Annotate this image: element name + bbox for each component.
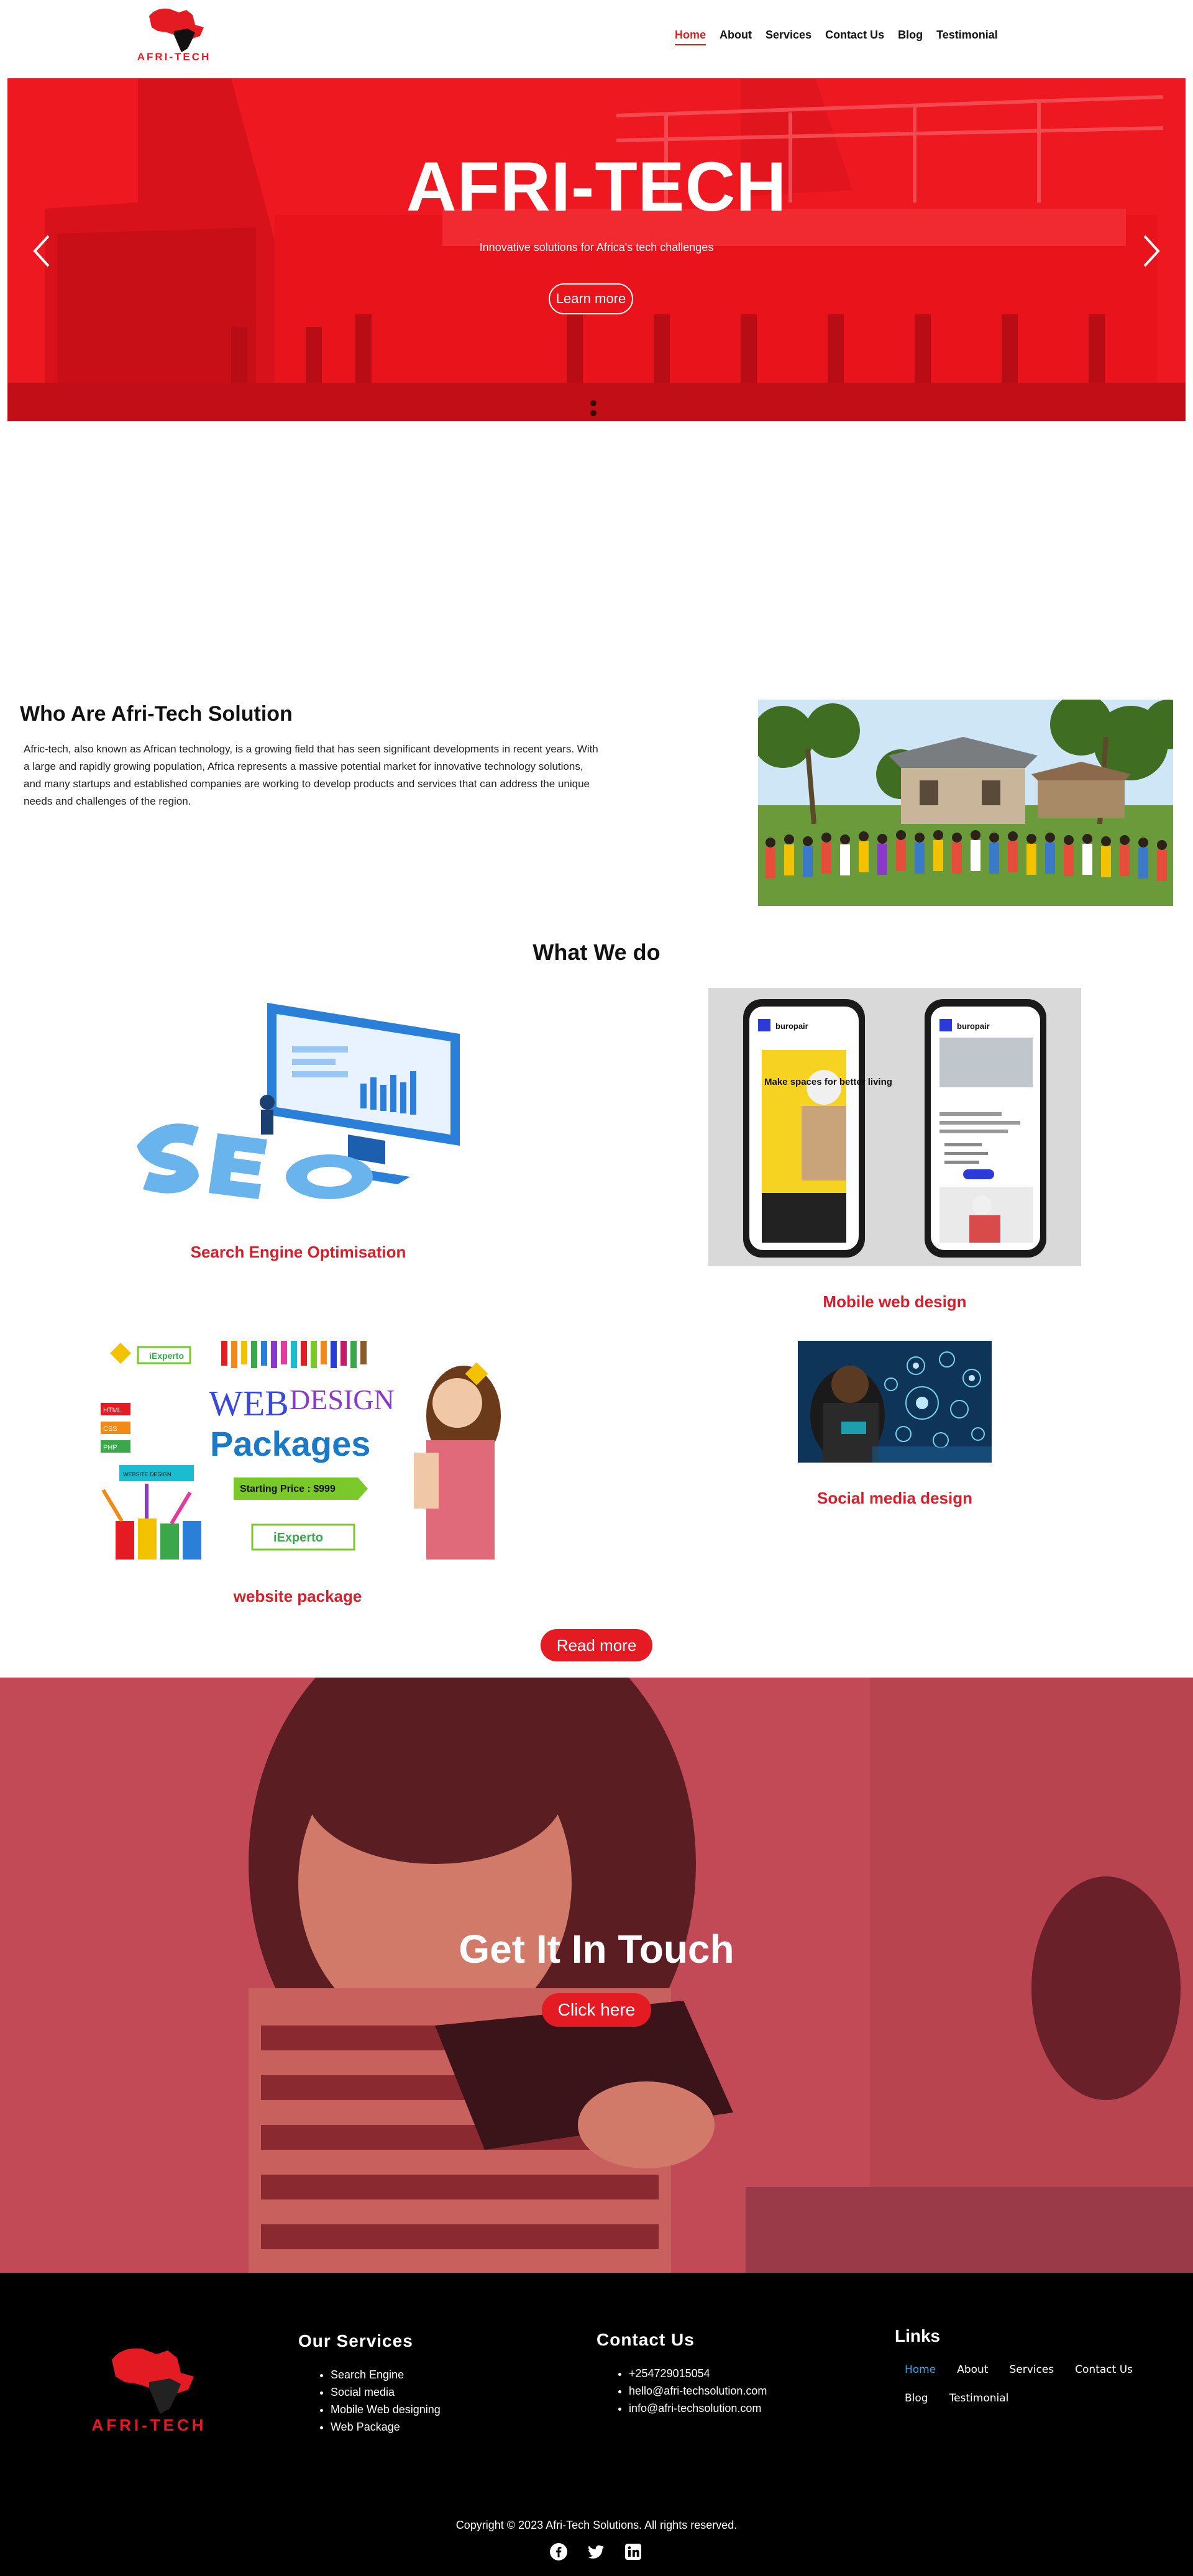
website-package-image: iExperto HTML CSS PHP WEBSITE DESIGN WEB…	[78, 1341, 517, 1560]
mobile-headline: Make spaces for better living	[764, 1077, 892, 1087]
nav-services[interactable]: Services	[766, 29, 811, 45]
footer-links-list: Home About Services Contact Us Blog Test…	[895, 2364, 1168, 2405]
footer-link-services[interactable]: Services	[1009, 2364, 1054, 2376]
what-we-do-title: What We do	[533, 939, 660, 965]
mobile-mockup-art: buropair Make spaces for better living b…	[708, 988, 1081, 1266]
footer-services-title: Our Services	[298, 2331, 413, 2350]
footer-services-list: Search Engine Social media Mobile Web de…	[298, 2366, 441, 2436]
mobile-web-design-image: buropair Make spaces for better living b…	[708, 988, 1081, 1266]
package-label-css: CSS	[103, 1425, 117, 1433]
service-title-mobile[interactable]: Mobile web design	[708, 1292, 1081, 1312]
nav-contact-us[interactable]: Contact Us	[825, 29, 884, 45]
service-title-package[interactable]: website package	[78, 1587, 517, 1606]
mobile-brand-left: buropair	[775, 1021, 808, 1031]
social-media-art	[798, 1341, 992, 1463]
hero-carousel: AFRI-TECH Innovative solutions for Afric…	[7, 78, 1186, 421]
village-photo-art	[758, 700, 1173, 906]
top-navbar: AFRI-TECH Home About Services Contact Us…	[0, 0, 1193, 78]
footer-links-title: Links	[895, 2326, 941, 2345]
footer-service-item[interactable]: Search Engine	[331, 2366, 441, 2383]
about-text: Afric-tech, also known as African techno…	[24, 743, 598, 807]
package-label-html: HTML	[103, 1407, 122, 1414]
package-label-php: PHP	[103, 1444, 117, 1451]
package-art: iExperto HTML CSS PHP WEBSITE DESIGN WEB…	[78, 1341, 517, 1560]
footer-link-home[interactable]: Home	[905, 2364, 936, 2376]
carousel-dot[interactable]	[590, 410, 596, 416]
seo-illustration-art	[137, 1003, 460, 1199]
site-footer: AFRI-TECH Our Services Search Engine Soc…	[0, 2273, 1193, 2576]
hero-title: AFRI-TECH	[406, 148, 787, 226]
package-heading-packages: Packages	[210, 1424, 370, 1463]
footer-logo-text: AFRI-TECH	[91, 2416, 207, 2434]
footer-email[interactable]: hello@afri-techsolution.com	[629, 2382, 767, 2400]
mobile-brand-right: buropair	[957, 1021, 990, 1031]
footer-link-contact-us[interactable]: Contact Us	[1075, 2364, 1133, 2376]
logo-text: AFRI-TECH	[137, 51, 211, 63]
social-links	[549, 2542, 642, 2561]
service-title-seo[interactable]: Search Engine Optimisation	[124, 1243, 472, 1262]
package-tag-top: iExperto	[149, 1351, 184, 1361]
package-heading-design: DESIGN	[290, 1384, 395, 1415]
footer-service-item[interactable]: Web Package	[331, 2418, 441, 2436]
package-price: Starting Price : $999	[240, 1484, 336, 1494]
learn-more-button[interactable]: Learn more	[549, 283, 633, 314]
footer-service-item[interactable]: Social media	[331, 2383, 441, 2401]
carousel-dot[interactable]	[590, 400, 596, 406]
nav-about[interactable]: About	[720, 29, 752, 45]
get-in-touch-banner: Get It In Touch Click here	[0, 1678, 1193, 2273]
package-tag-bottom: iExperto	[273, 1531, 323, 1545]
carousel-next-arrow-icon[interactable]	[1138, 234, 1163, 268]
carousel-indicators	[590, 400, 596, 420]
footer-contact: Contact Us +254729015054 hello@afri-tech…	[596, 2330, 767, 2417]
footer-logo[interactable]: AFRI-TECH	[80, 2341, 219, 2441]
social-media-image	[798, 1341, 992, 1463]
site-logo[interactable]: AFRI-TECH	[130, 4, 217, 66]
twitter-icon[interactable]	[587, 2542, 605, 2561]
carousel-prev-arrow-icon[interactable]	[30, 234, 55, 268]
nav-blog[interactable]: Blog	[898, 29, 923, 45]
footer-link-blog[interactable]: Blog	[905, 2392, 928, 2405]
about-title: Who Are Afri-Tech Solution	[20, 702, 293, 726]
footer-africa-map-icon	[112, 2348, 194, 2414]
footer-phone[interactable]: +254729015054	[629, 2365, 767, 2382]
village-photo	[758, 700, 1173, 906]
service-title-social[interactable]: Social media design	[708, 1489, 1081, 1508]
hero-subtitle: Innovative solutions for Africa's tech c…	[479, 241, 714, 253]
seo-illustration	[124, 990, 472, 1202]
footer-link-testimonial[interactable]: Testimonial	[949, 2392, 1009, 2405]
banner-background-image	[0, 1678, 1193, 2273]
footer-links: Links Home About Services Contact Us Blo…	[895, 2326, 1168, 2405]
package-label-website-design: WEBSITE DESIGN	[123, 1471, 171, 1478]
footer-services: Our Services Search Engine Social media …	[298, 2331, 441, 2436]
footer-email[interactable]: info@afri-techsolution.com	[629, 2400, 767, 2417]
linkedin-icon[interactable]	[624, 2542, 642, 2561]
nav-home[interactable]: Home	[675, 29, 706, 45]
footer-link-about[interactable]: About	[957, 2364, 988, 2376]
africa-map-icon	[149, 8, 204, 52]
footer-service-item[interactable]: Mobile Web designing	[331, 2401, 441, 2418]
footer-contact-list: +254729015054 hello@afri-techsolution.co…	[596, 2365, 767, 2417]
copyright-text: Copyright © 2023 Afri-Tech Solutions. Al…	[455, 2519, 738, 2531]
facebook-icon[interactable]	[549, 2542, 568, 2561]
package-heading-web: WEB	[209, 1383, 289, 1423]
click-here-button[interactable]: Click here	[542, 1993, 651, 2027]
main-menu: Home About Services Contact Us Blog Test…	[675, 29, 998, 45]
get-in-touch-title: Get It In Touch	[459, 1927, 734, 1971]
nav-testimonial[interactable]: Testimonial	[936, 29, 998, 45]
footer-contact-title: Contact Us	[596, 2330, 695, 2349]
read-more-button[interactable]: Read more	[541, 1629, 652, 1661]
